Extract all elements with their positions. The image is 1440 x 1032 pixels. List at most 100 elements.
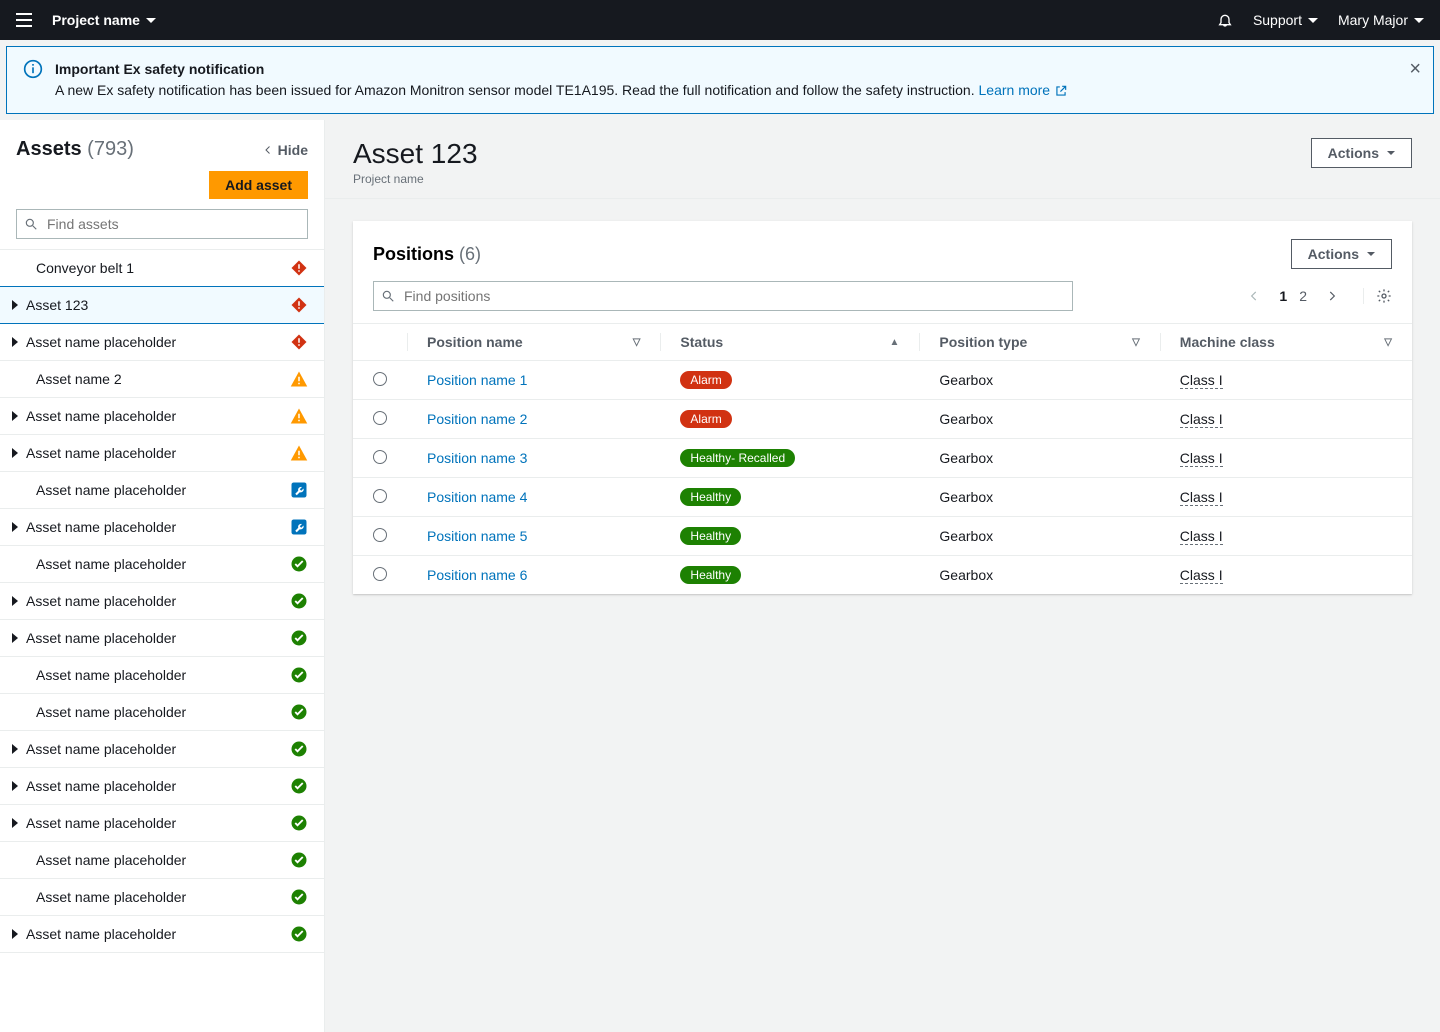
machine-class[interactable]: Class I [1180, 450, 1223, 467]
asset-item[interactable]: Asset name placeholder [0, 435, 324, 472]
prev-page-button[interactable] [1247, 289, 1261, 303]
notifications-icon[interactable] [1217, 12, 1233, 28]
top-nav: Project name Support Mary Major [0, 0, 1440, 40]
status-badge: Healthy [680, 527, 741, 545]
asset-label: Asset name placeholder [22, 519, 288, 535]
position-link[interactable]: Position name 2 [427, 411, 527, 427]
status-icon [290, 518, 308, 536]
asset-label: Asset name placeholder [22, 556, 288, 572]
col-status[interactable]: Status [680, 334, 723, 350]
machine-class[interactable]: Class I [1180, 372, 1223, 389]
col-position-name[interactable]: Position name [427, 334, 523, 350]
asset-item[interactable]: Asset name placeholder [0, 324, 324, 361]
row-select-radio[interactable] [373, 450, 387, 464]
page-actions-button[interactable]: Actions [1311, 138, 1412, 168]
asset-item[interactable]: Asset name placeholder [0, 472, 324, 509]
user-menu[interactable]: Mary Major [1338, 12, 1424, 28]
asset-item[interactable]: Asset name placeholder [0, 879, 324, 916]
status-icon [290, 481, 308, 499]
asset-item[interactable]: Asset name placeholder [0, 805, 324, 842]
machine-class[interactable]: Class I [1180, 489, 1223, 506]
col-position-type[interactable]: Position type [939, 334, 1027, 350]
row-select-radio[interactable] [373, 372, 387, 386]
project-name: Project name [52, 12, 140, 28]
expand-icon[interactable] [10, 337, 20, 347]
caret-down-icon [1387, 151, 1395, 155]
asset-item[interactable]: Asset name placeholder [0, 583, 324, 620]
asset-item[interactable]: Asset name placeholder [0, 398, 324, 435]
search-icon [381, 289, 395, 303]
expand-icon[interactable] [10, 411, 20, 421]
asset-item[interactable]: Asset name placeholder [0, 620, 324, 657]
page-2[interactable]: 2 [1293, 286, 1313, 306]
asset-item[interactable]: Asset name placeholder [0, 509, 324, 546]
row-select-radio[interactable] [373, 411, 387, 425]
asset-label: Conveyor belt 1 [22, 260, 288, 276]
position-link[interactable]: Position name 3 [427, 450, 527, 466]
position-type: Gearbox [919, 361, 1159, 400]
expand-icon[interactable] [10, 929, 20, 939]
col-machine-class[interactable]: Machine class [1180, 334, 1275, 350]
sort-asc-icon[interactable]: ▲ [890, 337, 900, 348]
status-icon [290, 925, 308, 943]
next-page-button[interactable] [1325, 289, 1339, 303]
asset-item[interactable]: Asset name placeholder [0, 657, 324, 694]
asset-label: Asset name placeholder [22, 852, 288, 868]
asset-item[interactable]: Conveyor belt 1 [0, 250, 324, 287]
row-select-radio[interactable] [373, 567, 387, 581]
asset-list[interactable]: Conveyor belt 1Asset 123Asset name place… [0, 249, 324, 1032]
page-1[interactable]: 1 [1273, 286, 1293, 306]
learn-more-link[interactable]: Learn more [979, 80, 1069, 101]
sort-icon[interactable]: ▽ [1132, 337, 1140, 348]
asset-item[interactable]: Asset name placeholder [0, 768, 324, 805]
expand-icon[interactable] [10, 781, 20, 791]
positions-actions-button[interactable]: Actions [1291, 239, 1392, 269]
asset-label: Asset name placeholder [22, 704, 288, 720]
position-link[interactable]: Position name 5 [427, 528, 527, 544]
position-link[interactable]: Position name 1 [427, 372, 527, 388]
expand-icon[interactable] [10, 818, 20, 828]
expand-icon[interactable] [10, 448, 20, 458]
expand-icon[interactable] [10, 522, 20, 532]
asset-item[interactable]: Asset name placeholder [0, 842, 324, 879]
add-asset-button[interactable]: Add asset [209, 171, 308, 199]
status-icon [290, 703, 308, 721]
table-row: Position name 4HealthyGearboxClass I [353, 478, 1412, 517]
support-menu[interactable]: Support [1253, 12, 1318, 28]
sort-icon[interactable]: ▽ [633, 337, 641, 348]
asset-item[interactable]: Asset name placeholder [0, 916, 324, 953]
position-link[interactable]: Position name 4 [427, 489, 527, 505]
menu-icon[interactable] [16, 13, 32, 27]
asset-label: Asset name placeholder [22, 445, 288, 461]
settings-icon[interactable] [1363, 288, 1392, 304]
sort-icon[interactable]: ▽ [1384, 337, 1392, 348]
position-type: Gearbox [919, 400, 1159, 439]
asset-item[interactable]: Asset name placeholder [0, 731, 324, 768]
row-select-radio[interactable] [373, 489, 387, 503]
expand-icon[interactable] [10, 633, 20, 643]
expand-icon[interactable] [10, 300, 20, 310]
asset-item[interactable]: Asset 123 [0, 286, 324, 324]
asset-label: Asset name placeholder [22, 593, 288, 609]
status-icon [290, 629, 308, 647]
status-icon [290, 370, 308, 388]
machine-class[interactable]: Class I [1180, 528, 1223, 545]
position-link[interactable]: Position name 6 [427, 567, 527, 583]
status-icon [290, 259, 308, 277]
notification-title: Important Ex safety notification [55, 59, 1068, 80]
expand-icon[interactable] [10, 596, 20, 606]
asset-item[interactable]: Asset name 2 [0, 361, 324, 398]
asset-item[interactable]: Asset name placeholder [0, 694, 324, 731]
expand-icon[interactable] [10, 744, 20, 754]
project-selector[interactable]: Project name [52, 12, 156, 28]
close-icon[interactable]: × [1409, 59, 1421, 79]
asset-label: Asset name placeholder [22, 889, 288, 905]
machine-class[interactable]: Class I [1180, 567, 1223, 584]
find-positions-input[interactable] [373, 281, 1073, 311]
machine-class[interactable]: Class I [1180, 411, 1223, 428]
asset-label: Asset name placeholder [22, 815, 288, 831]
find-assets-input[interactable] [16, 209, 308, 239]
hide-sidebar-button[interactable]: Hide [262, 142, 308, 158]
asset-item[interactable]: Asset name placeholder [0, 546, 324, 583]
row-select-radio[interactable] [373, 528, 387, 542]
